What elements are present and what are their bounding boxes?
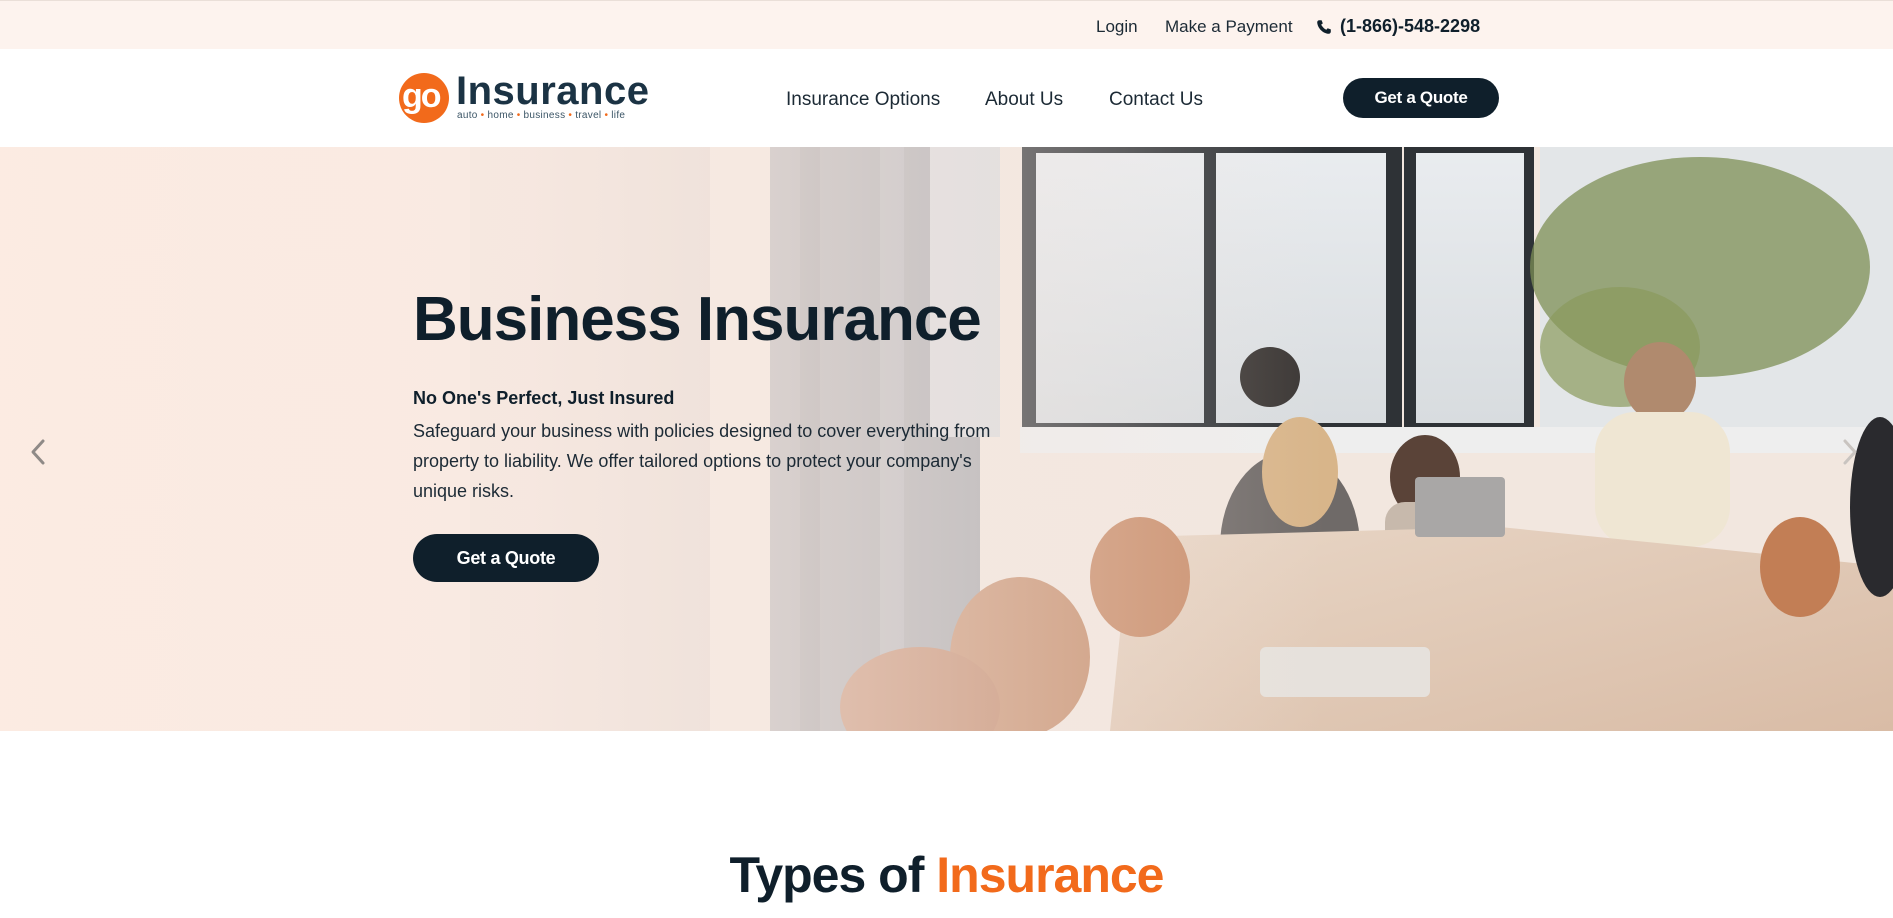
logo-tag-item: auto xyxy=(457,110,478,121)
nav-contact-us[interactable]: Contact Us xyxy=(1109,89,1203,111)
header-get-quote-button[interactable]: Get a Quote xyxy=(1343,78,1499,118)
logo-wordmark: Insurance xyxy=(456,69,650,113)
logo-tag-item: home xyxy=(487,110,514,121)
logo-tag-item: business xyxy=(523,110,566,121)
make-payment-link[interactable]: Make a Payment xyxy=(1165,17,1293,37)
heading-part-types-of: Types of xyxy=(729,847,924,903)
tag-dot: • xyxy=(604,110,609,121)
chevron-left-icon[interactable] xyxy=(28,437,48,467)
chevron-right-icon[interactable] xyxy=(1840,437,1860,467)
hero-subtitle: No One's Perfect, Just Insured xyxy=(413,388,675,408)
go-insurance-logo[interactable]: go Insurance auto • home • business • travel • l… xyxy=(399,69,649,125)
types-of-insurance-heading: Types of Insurance xyxy=(0,846,1893,904)
site-header: go Insurance auto • home • business • travel • l… xyxy=(0,49,1893,147)
phone-number: (1-866)-548-2298 xyxy=(1340,16,1481,36)
login-link[interactable]: Login xyxy=(1096,17,1138,37)
tag-dot: • xyxy=(480,110,485,121)
tag-dot: • xyxy=(568,110,573,121)
hero-description: Safeguard your business with policies de… xyxy=(413,421,991,501)
hero-get-quote-button[interactable]: Get a Quote xyxy=(413,534,599,582)
utility-bar: Login Make a Payment (1-866)-548-2298 xyxy=(0,0,1893,49)
phone-icon xyxy=(1317,19,1331,34)
nav-insurance-options[interactable]: Insurance Options xyxy=(786,89,940,111)
logo-tagline: auto • home • business • travel • life xyxy=(457,110,625,121)
hero-carousel: Business Insurance No One's Perfect, Jus… xyxy=(0,147,1893,731)
heading-part-insurance: Insurance xyxy=(936,847,1164,903)
logo-tag-item: travel xyxy=(575,110,602,121)
hero-title: Business Insurance xyxy=(413,285,982,354)
logo-mark-text: go xyxy=(402,77,442,115)
nav-about-us[interactable]: About Us xyxy=(985,89,1063,111)
logo-mark: go xyxy=(399,73,449,123)
logo-tag-item: life xyxy=(611,110,626,121)
tag-dot: • xyxy=(516,110,521,121)
phone-link[interactable]: (1-866)-548-2298 xyxy=(1316,16,1480,37)
